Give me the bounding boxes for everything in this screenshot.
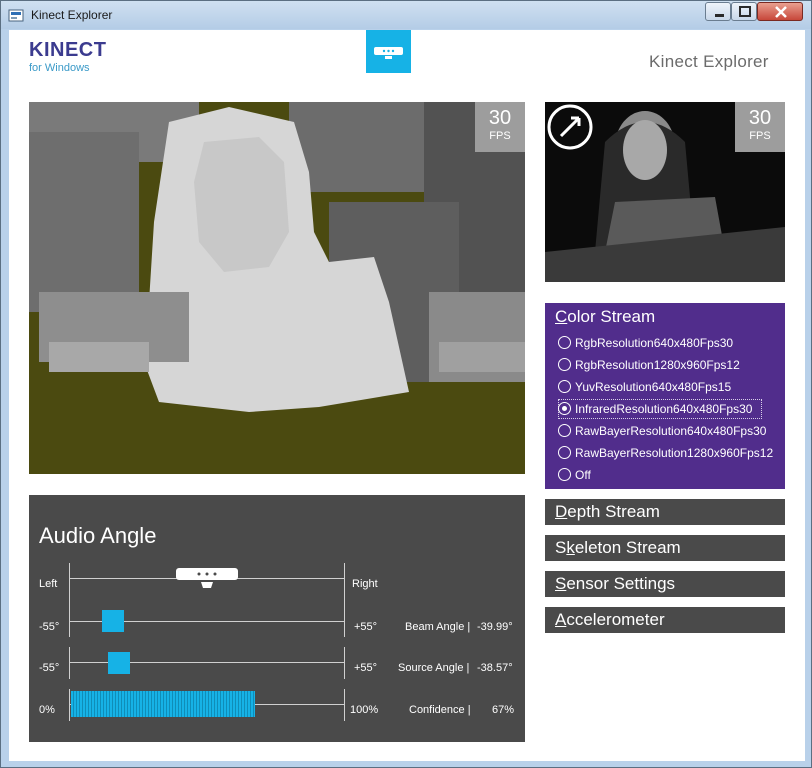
maximize-button[interactable]	[731, 2, 757, 21]
sensor-settings-accesskey: S	[555, 574, 567, 593]
color-stream-header[interactable]: Color Stream	[555, 307, 655, 327]
color-option-row[interactable]: RawBayerResolution1280x960Fps12	[558, 443, 778, 463]
minimize-icon	[715, 14, 724, 17]
depth-stream-title-text: epth Stream	[567, 502, 660, 521]
app-window: Kinect Explorer KINECT for Windows Kinec…	[0, 0, 812, 768]
accelerometer-accesskey: A	[555, 610, 567, 629]
accelerometer-title: Accelerometer	[555, 610, 665, 630]
right-label: Right	[352, 578, 378, 590]
depth-image	[29, 102, 525, 474]
skeleton-stream-title: Skeleton Stream	[555, 538, 681, 558]
beam-angle-indicator	[102, 610, 124, 632]
app-title: Kinect Explorer	[649, 52, 769, 71]
title-bar[interactable]: Kinect Explorer	[1, 1, 811, 29]
depth-fps-badge: 30 FPS	[475, 102, 525, 152]
color-stream-accesskey: C	[555, 307, 568, 326]
source-track-end	[344, 647, 345, 679]
swap-arrows-icon[interactable]	[547, 104, 593, 150]
window-title: Kinect Explorer	[31, 8, 113, 22]
depth-stream-panel[interactable]: Depth Stream	[545, 499, 785, 525]
infrared-stream-view: 30 FPS	[545, 102, 785, 282]
color-option-row[interactable]: Off	[558, 465, 778, 485]
color-option-label: YuvResolution640x480Fps15	[575, 380, 732, 394]
color-option-label: RgbResolution640x480Fps30	[575, 336, 734, 350]
maximize-icon	[739, 6, 751, 17]
ir-fps-label: FPS	[749, 130, 771, 142]
color-option-label: Off	[575, 468, 591, 482]
color-option-row[interactable]: RgbResolution1280x960Fps12	[558, 355, 778, 375]
sensor-settings-title: Sensor Settings	[555, 574, 675, 594]
source-angle-label: Source Angle |	[398, 662, 470, 674]
color-option-row[interactable]: RawBayerResolution640x480Fps30	[558, 421, 778, 441]
color-option-row[interactable]: InfraredResolution640x480Fps30	[558, 399, 762, 419]
sensor-tile[interactable]	[366, 30, 411, 73]
radio-button[interactable]	[558, 380, 571, 393]
beam-min-label: -55°	[39, 621, 60, 633]
depth-stream-accesskey: D	[555, 502, 568, 521]
color-option-row[interactable]: RgbResolution640x480Fps30	[558, 333, 778, 353]
sensor-settings-panel[interactable]: Sensor Settings	[545, 571, 785, 597]
source-angle-indicator	[107, 652, 130, 674]
app-icon	[8, 9, 24, 22]
color-option-row[interactable]: YuvResolution640x480Fps15	[558, 377, 778, 397]
confidence-max-label: 100%	[350, 704, 379, 716]
confidence-track-start	[69, 689, 70, 721]
color-option-label: RgbResolution1280x960Fps12	[575, 358, 740, 372]
accelerometer-title-text: ccelerometer	[566, 610, 665, 629]
audio-angle-panel: Audio Angle Left Right -55° +55° Beam An…	[29, 495, 525, 742]
ir-fps-value: 30	[748, 107, 772, 129]
radio-button[interactable]	[558, 468, 571, 481]
kinect-sensor-icon	[374, 47, 403, 59]
confidence-bar	[71, 691, 256, 717]
source-angle-value: -38.57°	[477, 662, 513, 674]
skeleton-stream-panel[interactable]: Skeleton Stream	[545, 535, 785, 561]
skeleton-stream-title-pre: S	[555, 538, 567, 557]
close-button[interactable]	[757, 2, 803, 21]
color-option-label: RawBayerResolution640x480Fps30	[575, 424, 767, 438]
depth-fps-value: 30	[488, 107, 512, 129]
confidence-label: Confidence |	[409, 704, 471, 716]
audio-angle-title: Audio Angle	[39, 523, 157, 548]
beam-max-label: +55°	[354, 621, 378, 633]
color-stream-title: olor Stream	[567, 307, 656, 326]
radio-button[interactable]	[558, 336, 571, 349]
left-label: Left	[39, 578, 58, 590]
beam-angle-value: -39.99°	[477, 621, 513, 633]
main-content: KINECT for Windows Kinect Explorer 30 FP…	[9, 30, 805, 761]
skeleton-stream-accesskey: k	[566, 538, 575, 557]
depth-fps-label: FPS	[489, 130, 511, 142]
accelerometer-panel[interactable]: Accelerometer	[545, 607, 785, 633]
radio-button[interactable]	[558, 358, 571, 371]
depth-stream-view: 30 FPS	[29, 102, 525, 474]
confidence-min-label: 0%	[39, 704, 55, 716]
sensor-settings-title-text: ensor Settings	[566, 574, 676, 593]
color-option-label: RawBayerResolution1280x960Fps12	[575, 446, 774, 460]
color-option-label: InfraredResolution640x480Fps30	[575, 402, 753, 416]
depth-stream-title: Depth Stream	[555, 502, 660, 522]
radio-button[interactable]	[558, 402, 571, 415]
kinect-logo: KINECT for Windows	[29, 39, 119, 74]
source-max-label: +55°	[354, 662, 378, 674]
color-stream-panel: Color Stream RgbResolution640x480Fps30 Rg…	[545, 303, 785, 489]
logo-sub-text: for Windows	[29, 62, 90, 74]
beam-angle-label: Beam Angle |	[405, 621, 471, 633]
angle-left-tick	[69, 563, 70, 605]
kinect-sensor-indicator-icon	[176, 568, 238, 588]
ir-fps-badge: 30 FPS	[735, 102, 785, 152]
logo-main-text: KINECT	[29, 39, 107, 61]
angle-right-tick	[344, 563, 345, 605]
confidence-track-end	[344, 689, 345, 721]
minimize-button[interactable]	[705, 2, 731, 21]
skeleton-stream-title-text: eleton Stream	[574, 538, 681, 557]
close-icon	[775, 6, 787, 18]
beam-track-end	[344, 605, 345, 637]
confidence-value: 67%	[492, 704, 515, 716]
radio-button[interactable]	[558, 424, 571, 437]
source-min-label: -55°	[39, 662, 60, 674]
radio-button[interactable]	[558, 446, 571, 459]
source-track-start	[69, 647, 70, 679]
